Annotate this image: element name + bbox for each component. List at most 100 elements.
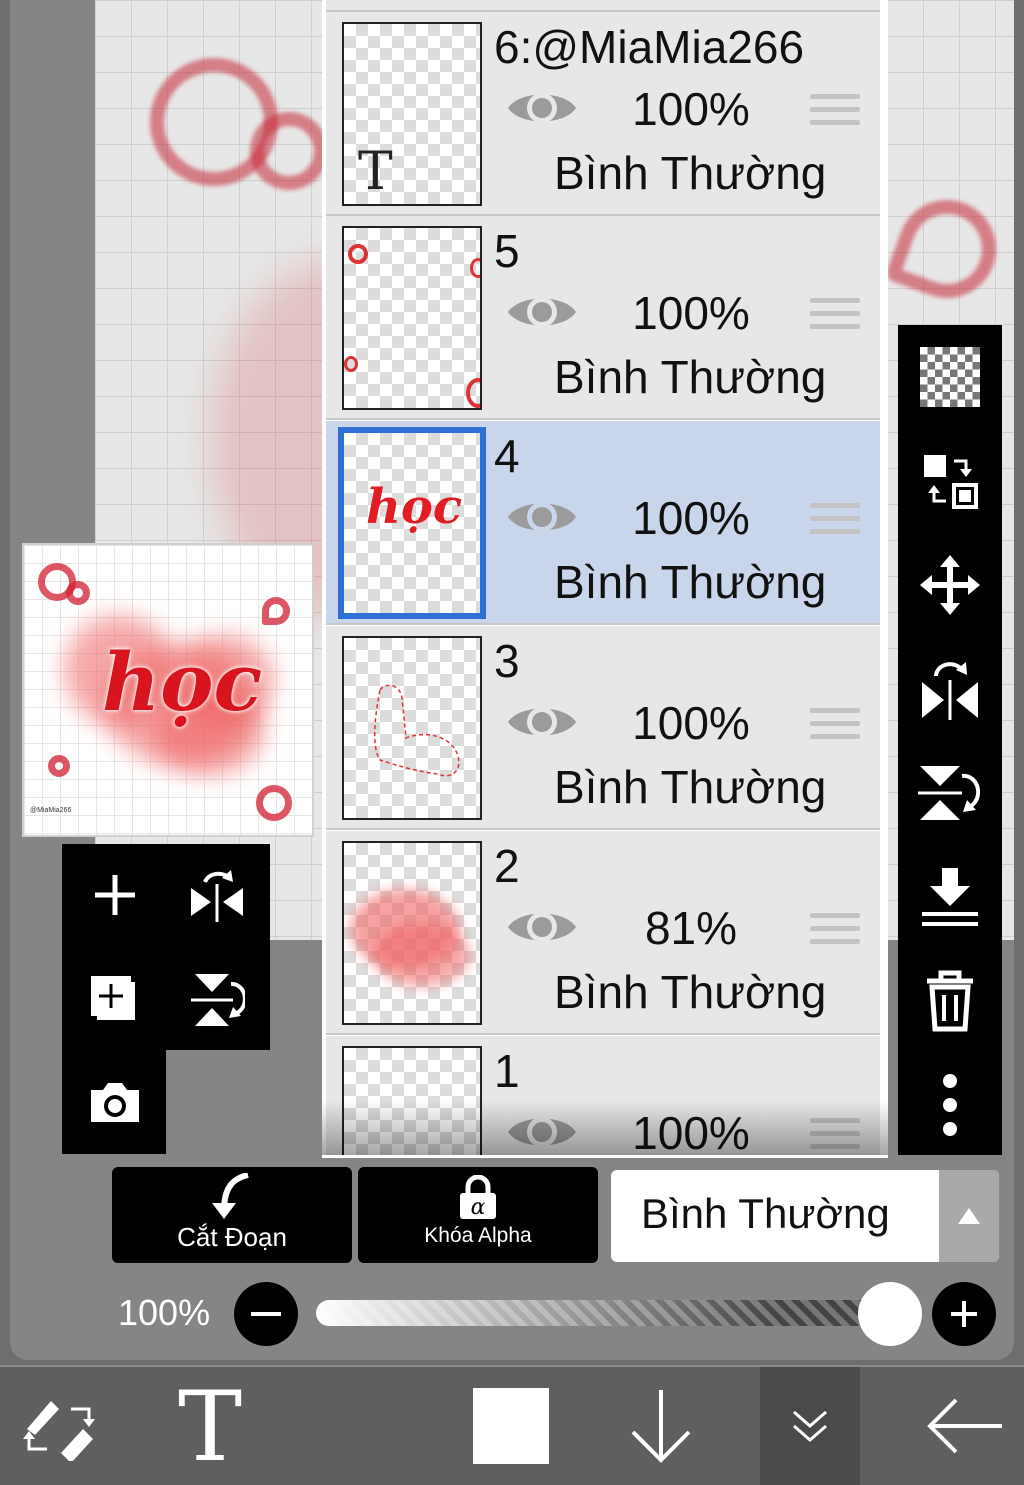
opacity-slider-track[interactable] bbox=[316, 1300, 896, 1326]
layers-panel: T 6:@MiaMia266 100% Bình Thường 5 100% B… bbox=[322, 0, 888, 1158]
blend-mode-select[interactable]: Bình Thường bbox=[611, 1170, 999, 1262]
camera-button[interactable] bbox=[70, 1058, 160, 1148]
triangle-up-icon bbox=[958, 1208, 980, 1224]
brush-eraser-swap-icon bbox=[23, 1401, 95, 1461]
color-swatch-button[interactable] bbox=[466, 1367, 556, 1485]
layer-blend-mode: Bình Thường bbox=[554, 147, 827, 199]
move-button[interactable] bbox=[898, 533, 1002, 637]
text-tool-icon: T bbox=[178, 1386, 242, 1466]
flip-vertical-button[interactable] bbox=[172, 955, 262, 1045]
layer-row-5[interactable]: 5 100% Bình Thường bbox=[326, 216, 880, 420]
layer-opacity: 100% bbox=[632, 83, 750, 135]
blend-mode-value: Bình Thường bbox=[641, 1190, 890, 1237]
layer-row-3[interactable]: 3 100% Bình Thường bbox=[326, 626, 880, 830]
minus-icon bbox=[251, 1312, 281, 1316]
svg-text:α: α bbox=[471, 1195, 486, 1220]
layer-name: 4 bbox=[494, 430, 520, 482]
eye-icon[interactable] bbox=[506, 905, 578, 949]
move-icon bbox=[920, 555, 980, 615]
layer-row-4[interactable]: học 4 100% Bình Thường bbox=[326, 421, 880, 625]
layer-thumbnail bbox=[342, 841, 482, 1025]
download-arrow-icon bbox=[631, 1390, 691, 1463]
layer-row-2[interactable]: 2 81% Bình Thường bbox=[326, 831, 880, 1035]
transparency-button[interactable] bbox=[898, 325, 1002, 429]
more-icon bbox=[943, 1074, 957, 1136]
text-layer-glyph: T bbox=[358, 142, 393, 202]
layer-blend-mode: Bình Thường bbox=[554, 966, 827, 1018]
blend-mode-dropdown-toggle[interactable] bbox=[939, 1170, 999, 1262]
add-layer-button[interactable] bbox=[70, 850, 160, 940]
layer-name: 2 bbox=[494, 840, 520, 892]
flip-horizontal-button[interactable] bbox=[172, 850, 262, 940]
drag-handle-icon[interactable] bbox=[810, 94, 860, 134]
layer-thumbnail bbox=[342, 226, 482, 410]
back-button[interactable] bbox=[916, 1367, 1016, 1485]
swap-layers-button[interactable] bbox=[898, 429, 1002, 533]
flip-horizontal-icon bbox=[191, 870, 243, 922]
layer-thumbnail bbox=[342, 636, 482, 820]
eye-icon[interactable] bbox=[506, 700, 578, 744]
opacity-decrease-button[interactable] bbox=[234, 1282, 298, 1346]
collapse-button[interactable] bbox=[760, 1367, 860, 1485]
preview-signature: @MiaMia266 bbox=[30, 807, 72, 814]
eye-icon[interactable] bbox=[506, 1110, 578, 1154]
plus-icon bbox=[95, 875, 135, 915]
layer-thumbnail bbox=[342, 1046, 482, 1155]
flip-vertical-icon bbox=[191, 974, 245, 1026]
plus-icon bbox=[951, 1301, 977, 1327]
drag-handle-icon[interactable] bbox=[810, 1118, 860, 1155]
eye-icon[interactable] bbox=[506, 290, 578, 334]
layer-blend-mode: Bình Thường bbox=[554, 351, 827, 403]
layer-blend-mode: Bình Thường bbox=[554, 556, 827, 608]
download-button[interactable] bbox=[616, 1367, 706, 1485]
lock-icon: α bbox=[460, 1174, 496, 1220]
flip-vertical-icon bbox=[918, 766, 981, 820]
drag-handle-icon[interactable] bbox=[810, 913, 860, 953]
add-copy-layer-button[interactable] bbox=[70, 955, 160, 1045]
layer-row-1[interactable]: 1 100% bbox=[326, 1036, 880, 1158]
eye-icon[interactable] bbox=[506, 495, 578, 539]
checker-icon bbox=[920, 347, 980, 407]
layer-name: 5 bbox=[494, 225, 520, 277]
opacity-increase-button[interactable] bbox=[932, 1282, 996, 1346]
drag-handle-icon[interactable] bbox=[810, 708, 860, 748]
drag-handle-icon[interactable] bbox=[810, 298, 860, 338]
eye-icon[interactable] bbox=[506, 86, 578, 130]
flip-horizontal-button[interactable] bbox=[898, 637, 1002, 741]
camera-icon bbox=[91, 1083, 139, 1122]
merge-down-icon bbox=[922, 868, 978, 926]
layer-opacity: 100% bbox=[632, 1107, 750, 1158]
layer-name: 1 bbox=[494, 1045, 520, 1097]
svg-text:T: T bbox=[178, 1386, 242, 1466]
back-arrow-icon bbox=[927, 1398, 1002, 1454]
thumbnail-word: học bbox=[366, 479, 463, 535]
drag-handle-icon[interactable] bbox=[810, 503, 860, 543]
brush-eraser-toggle[interactable] bbox=[14, 1367, 104, 1485]
clipping-arrow-icon bbox=[212, 1172, 249, 1219]
add-layer-icon bbox=[91, 976, 135, 1020]
alpha-lock-label: Khóa Alpha bbox=[424, 1224, 532, 1247]
layer-row-6[interactable]: T 6:@MiaMia266 100% Bình Thường bbox=[326, 12, 880, 216]
layer-thumbnail: T bbox=[342, 22, 482, 206]
collapse-icon bbox=[793, 1410, 827, 1442]
layer-name: 3 bbox=[494, 635, 520, 687]
swap-layers-icon bbox=[924, 455, 978, 509]
layer-opacity: 100% bbox=[632, 697, 750, 749]
layer-blend-mode: Bình Thường bbox=[554, 761, 827, 813]
trash-icon bbox=[927, 970, 973, 1032]
layer-opacity: 81% bbox=[644, 902, 738, 954]
preview-word: học bbox=[102, 635, 263, 729]
layer-thumbnail: học bbox=[338, 427, 486, 619]
alpha-lock-button[interactable]: α Khóa Alpha bbox=[358, 1167, 598, 1263]
flip-horizontal-icon bbox=[922, 662, 978, 720]
clipping-button[interactable]: Cắt Đoạn bbox=[112, 1167, 352, 1263]
text-tool-button[interactable]: T bbox=[160, 1367, 260, 1485]
opacity-slider-knob[interactable] bbox=[858, 1282, 922, 1346]
more-button[interactable] bbox=[898, 1053, 1002, 1157]
merge-down-button[interactable] bbox=[898, 845, 1002, 949]
delete-layer-button[interactable] bbox=[898, 949, 1002, 1053]
layer-opacity: 100% bbox=[632, 492, 750, 544]
color-swatch-icon bbox=[473, 1388, 549, 1464]
layer-name: 6:@MiaMia266 bbox=[494, 21, 805, 73]
flip-vertical-button[interactable] bbox=[898, 741, 1002, 845]
